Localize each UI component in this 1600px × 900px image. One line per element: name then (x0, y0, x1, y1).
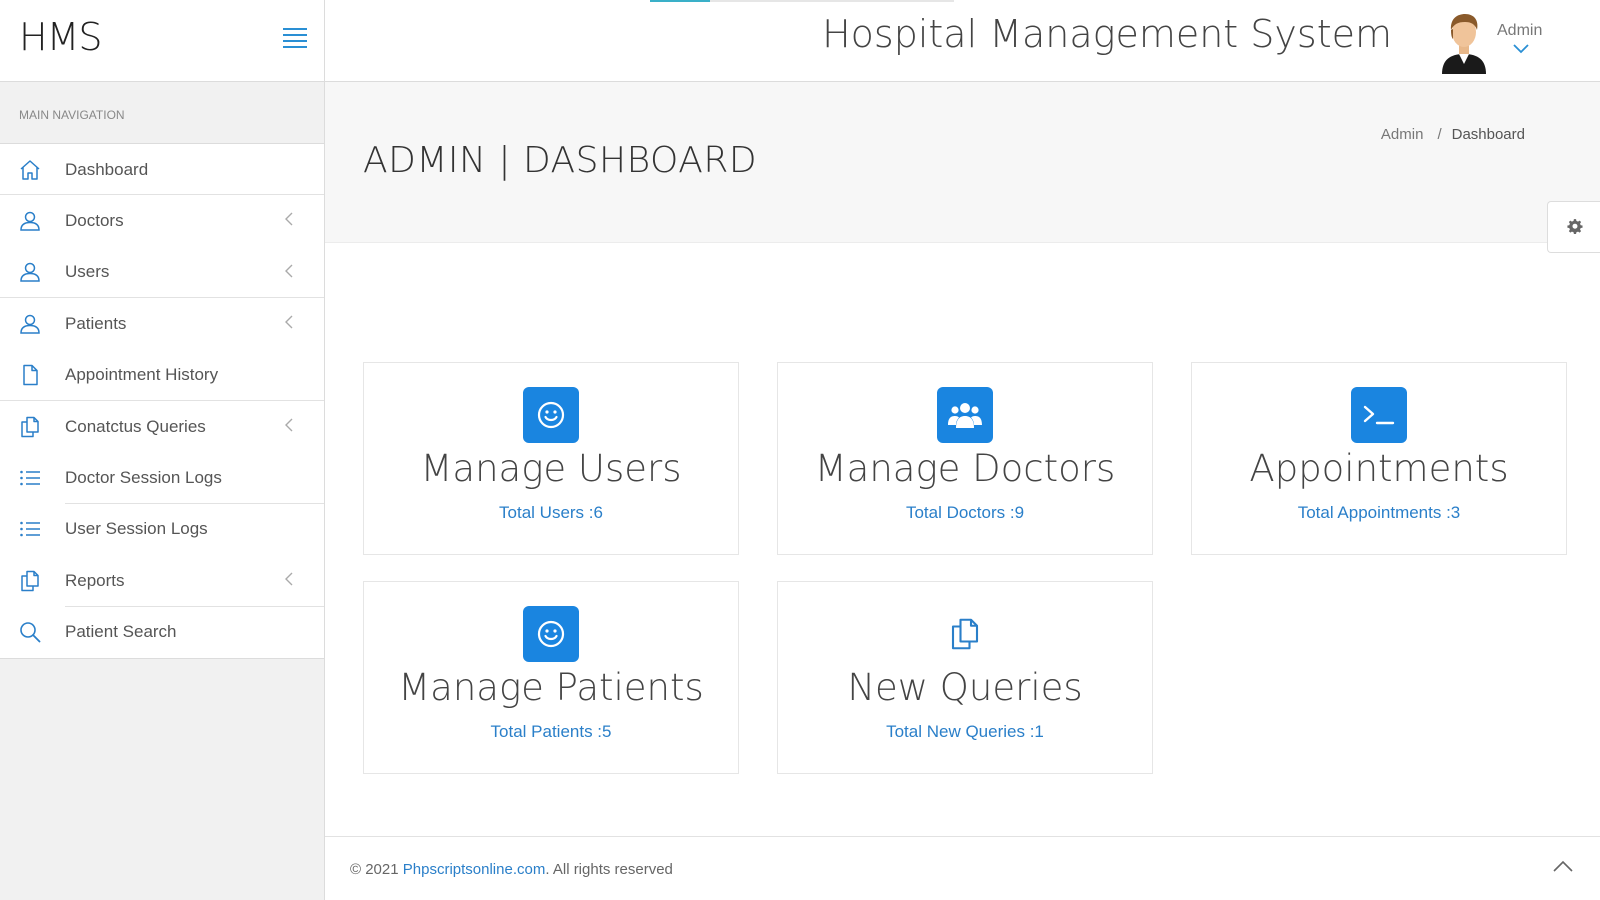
card-title: New Queries (847, 666, 1083, 709)
card-link-total-appointments[interactable]: Total Appointments :3 (1192, 503, 1566, 523)
sidebar-item-label: Dashboard (65, 159, 149, 179)
card-appointments: Appointments Total Appointments :3 (1191, 362, 1567, 555)
page-header: ADMIN | DASHBOARD Admin / Dashboard (325, 82, 1600, 243)
app-title: Hospital Management System (822, 12, 1392, 56)
sidebar-item-label: Users (65, 262, 110, 282)
footer-prefix: © 2021 (350, 861, 403, 878)
sidebar-item-label: User Session Logs (65, 519, 208, 539)
breadcrumb-parent[interactable]: Admin (1381, 126, 1424, 143)
brand-logo[interactable]: HMS (19, 15, 102, 59)
sidebar-item-label: Patients (65, 313, 127, 333)
terminal-icon (1351, 387, 1407, 443)
sidebar-item-doctor-session-logs[interactable]: Doctor Session Logs (0, 452, 324, 505)
sidebar-item-label: Patient Search (65, 622, 177, 642)
user-avatar[interactable] (1438, 12, 1490, 74)
sidebar-item-label: Reports (65, 570, 125, 590)
breadcrumb-separator: / (1437, 126, 1442, 143)
gear-icon[interactable] (1547, 201, 1600, 253)
card-title: Appointments (1249, 447, 1509, 490)
user-name[interactable]: Admin (1497, 22, 1542, 40)
smile-icon (523, 387, 579, 443)
breadcrumb: Admin / Dashboard (1381, 126, 1525, 143)
search-icon (0, 620, 65, 644)
sidebar-item-contactus-queries[interactable]: Conatctus Queries (0, 401, 324, 452)
user-icon (0, 209, 65, 233)
main-content: ADMIN | DASHBOARD Admin / Dashboard Manage… (325, 82, 1600, 900)
sidebar-item-user-session-logs[interactable]: User Session Logs (0, 504, 324, 555)
nav-heading: MAIN NAVIGATION (0, 82, 324, 144)
sidebar-item-doctors[interactable]: Doctors (0, 195, 324, 246)
users-group-icon (937, 387, 993, 443)
card-link-total-users[interactable]: Total Users :6 (364, 503, 738, 523)
card-link-total-doctors[interactable]: Total Doctors :9 (778, 503, 1152, 523)
card-title: Manage Doctors (814, 447, 1116, 490)
top-bar: HMS Hospital Management System Admin (0, 0, 1600, 82)
card-link-total-new-queries[interactable]: Total New Queries :1 (778, 722, 1152, 742)
breadcrumb-current: Dashboard (1451, 126, 1525, 143)
sidebar: MAIN NAVIGATION Dashboard Doctors Users (0, 82, 325, 900)
sidebar-item-dashboard[interactable]: Dashboard (0, 144, 324, 196)
sidebar-item-users[interactable]: Users (0, 247, 324, 299)
page-title: ADMIN | DASHBOARD (363, 140, 758, 181)
chevron-left-icon[interactable] (284, 571, 294, 587)
footer-link[interactable]: Phpscriptsonline.com (403, 861, 546, 878)
footer: © 2021 Phpscriptsonline.com. All rights … (325, 836, 1600, 900)
files-icon (0, 569, 65, 593)
list-icon (0, 466, 65, 490)
footer-suffix: . All rights reserved (545, 861, 673, 878)
smile-icon (523, 606, 579, 662)
sidebar-item-patients[interactable]: Patients (0, 298, 324, 349)
sidebar-item-label: Conatctus Queries (65, 416, 206, 436)
chevron-left-icon[interactable] (284, 211, 294, 227)
brand-area: HMS (0, 0, 325, 82)
user-icon (0, 312, 65, 336)
card-manage-patients: Manage Patients Total Patients :5 (363, 581, 739, 774)
footer-copyright: © 2021 Phpscriptsonline.com. All rights … (350, 861, 673, 878)
card-link-total-patients[interactable]: Total Patients :5 (364, 722, 738, 742)
sidebar-item-label: Appointment History (65, 365, 219, 385)
home-icon (0, 158, 65, 182)
chevron-left-icon[interactable] (284, 314, 294, 330)
list-icon (0, 517, 65, 541)
nav-list: Dashboard Doctors Users Patients Appoint… (0, 144, 324, 659)
user-icon (0, 260, 65, 284)
card-manage-users: Manage Users Total Users :6 (363, 362, 739, 555)
card-new-queries: New Queries Total New Queries :1 (777, 581, 1153, 774)
sidebar-item-patient-search[interactable]: Patient Search (0, 607, 324, 658)
sidebar-item-label: Doctor Session Logs (65, 468, 222, 488)
hamburger-menu-icon[interactable] (283, 28, 307, 48)
loading-bar (650, 0, 954, 2)
chevron-left-icon[interactable] (284, 417, 294, 433)
chevron-down-icon[interactable] (1512, 42, 1530, 54)
card-title: Manage Patients (398, 666, 704, 709)
files-icon (937, 606, 993, 662)
dashboard-cards: Manage Users Total Users :6 Manage Docto… (325, 244, 1600, 840)
sidebar-item-reports[interactable]: Reports (0, 555, 324, 607)
file-icon (0, 363, 65, 387)
card-title: Manage Users (420, 447, 682, 490)
card-manage-doctors: Manage Doctors Total Doctors :9 (777, 362, 1153, 555)
sidebar-item-label: Doctors (65, 211, 124, 231)
chevron-up-icon[interactable] (1552, 859, 1574, 873)
sidebar-item-appointment-history[interactable]: Appointment History (0, 350, 324, 402)
chevron-left-icon[interactable] (284, 263, 294, 279)
files-icon (0, 415, 65, 439)
